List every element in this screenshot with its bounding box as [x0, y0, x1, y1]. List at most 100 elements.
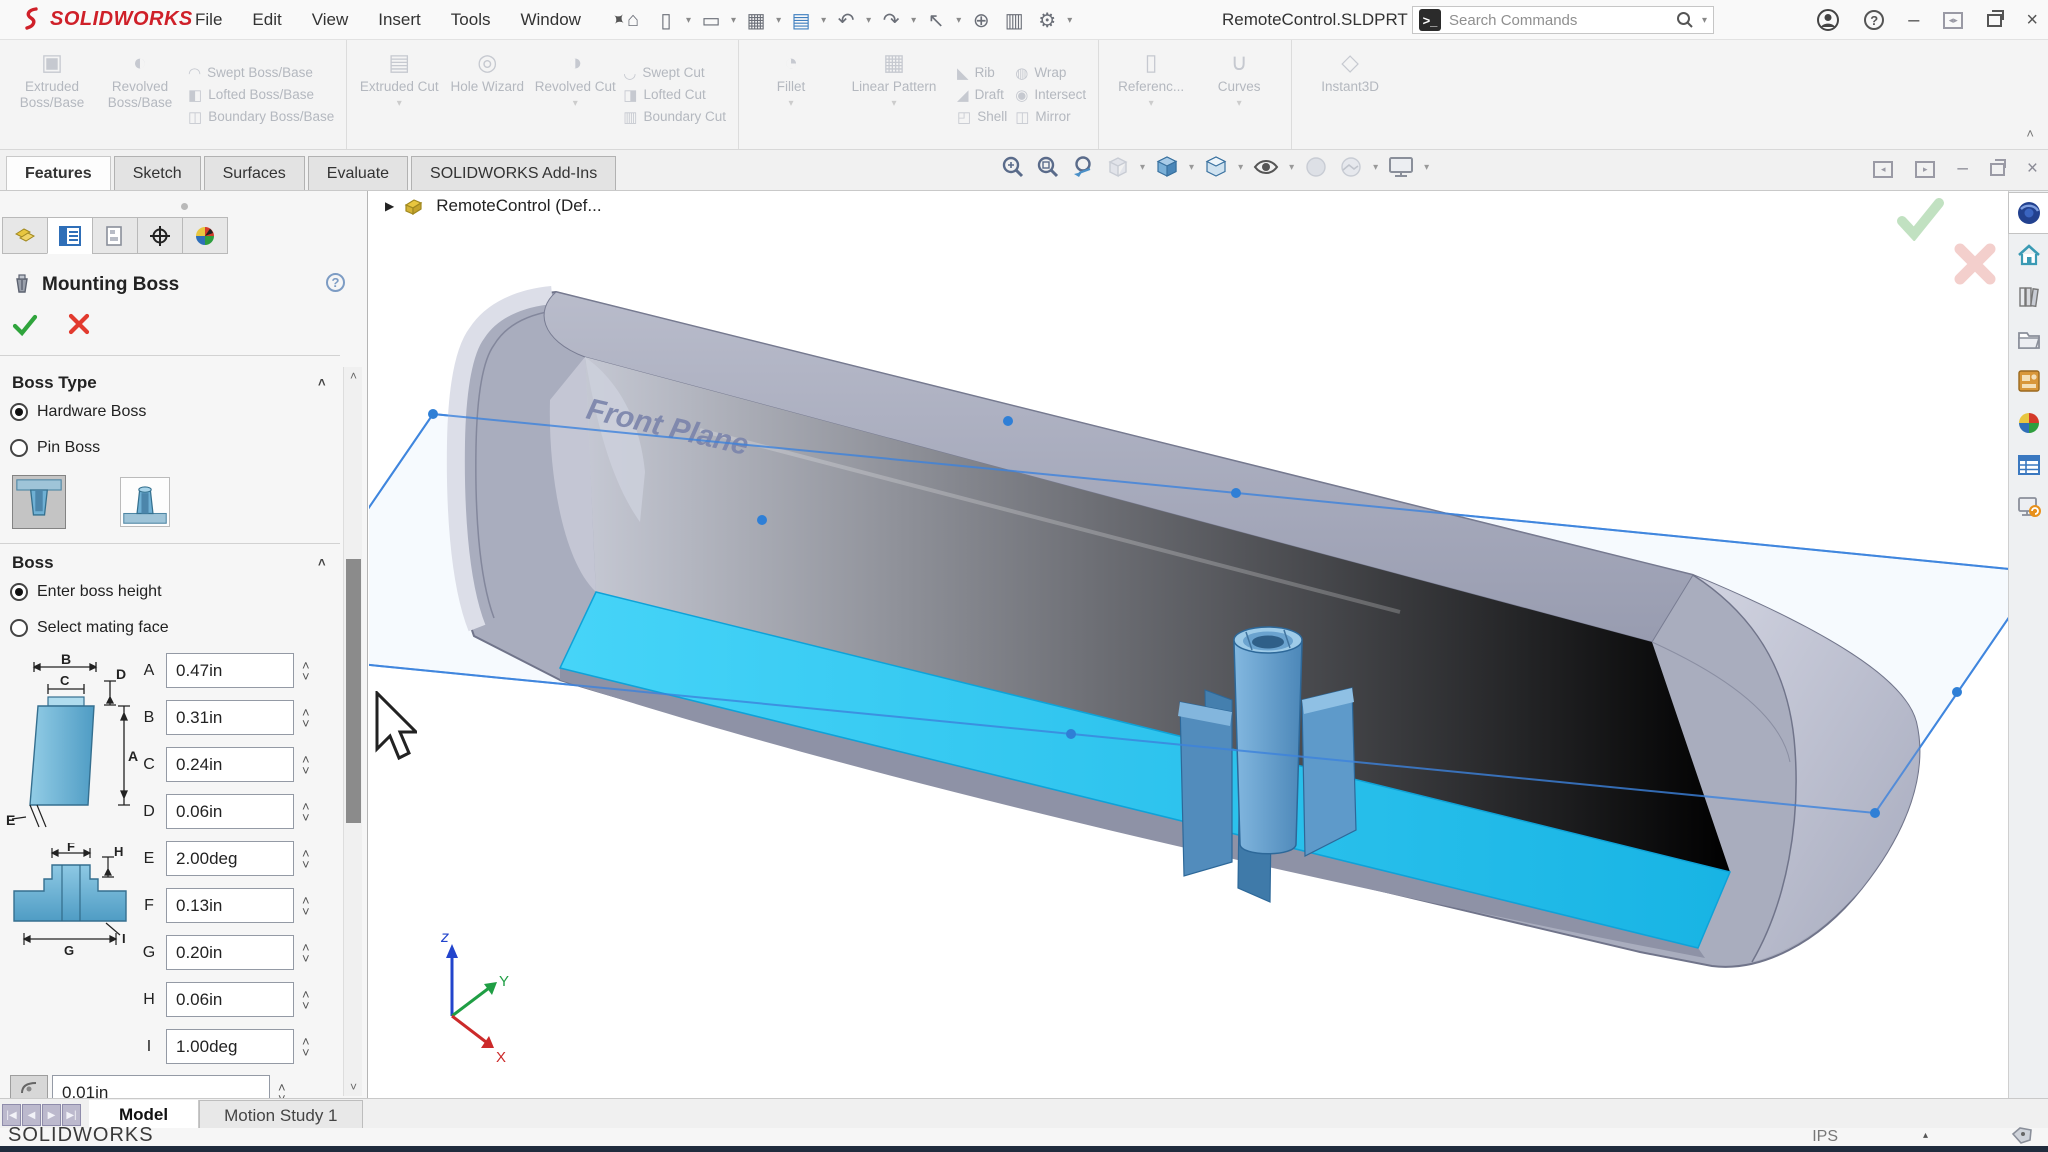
options-caret-icon[interactable]: ▾ — [1067, 15, 1072, 26]
boundary-boss-base-button[interactable]: ◫ Boundary Boss/Base — [188, 108, 334, 126]
draft-button[interactable]: ◢ Draft — [957, 86, 1007, 104]
wrap-button[interactable]: ◍ Wrap — [1015, 64, 1086, 82]
boss-header[interactable]: Boss — [12, 553, 54, 573]
tab-display-manager[interactable] — [182, 217, 228, 254]
select-mating-face-radio[interactable]: Select mating face — [10, 619, 169, 637]
previous-view-icon[interactable] — [1070, 154, 1096, 180]
undo-caret-icon[interactable]: ▾ — [866, 15, 871, 26]
appearances-icon[interactable] — [2009, 403, 2048, 443]
extruded-boss-base-button[interactable]: ▣ Extruded Boss/Base — [8, 44, 96, 145]
edit-appearance-icon[interactable] — [1303, 154, 1329, 180]
file-explorer-icon[interactable] — [2009, 319, 2048, 359]
fillet-button[interactable]: ◔ Fillet ▾ — [747, 44, 835, 145]
tab-property-manager[interactable] — [47, 217, 93, 254]
prev-tab-icon[interactable]: ◀ — [22, 1104, 41, 1126]
select-caret-icon[interactable]: ▾ — [956, 15, 961, 26]
open-icon[interactable]: ▭ — [698, 8, 724, 33]
instant3d-button[interactable]: ◇ Instant3D — [1300, 44, 1400, 145]
open-caret-icon[interactable]: ▾ — [731, 15, 736, 26]
param-input-g[interactable] — [166, 935, 294, 970]
param-input-fillet[interactable] — [52, 1075, 270, 1098]
tab-features[interactable]: Features — [6, 156, 111, 190]
scroll-down-icon[interactable]: ˅ — [344, 1080, 363, 1094]
pin-boss-radio[interactable]: Pin Boss — [10, 439, 100, 457]
view-orientation-icon[interactable] — [1154, 154, 1180, 180]
confirmation-ok-icon[interactable] — [1894, 197, 1946, 241]
save-caret-icon[interactable]: ▾ — [776, 15, 781, 26]
boss-orientation-down-button[interactable] — [12, 475, 66, 529]
cancel-button[interactable] — [68, 313, 90, 335]
search-caret-icon[interactable]: ▾ — [1702, 15, 1707, 26]
revolved-boss-base-button[interactable]: ◐ Revolved Boss/Base — [96, 44, 184, 145]
enter-boss-height-radio-circle[interactable] — [10, 583, 28, 601]
units-caret-icon[interactable]: ▴ — [1923, 1130, 1928, 1141]
param-input-d[interactable] — [166, 794, 294, 829]
ok-button[interactable] — [12, 313, 38, 337]
boundary-cut-button[interactable]: ▥ Boundary Cut — [623, 108, 726, 126]
menu-tools[interactable]: Tools — [451, 10, 491, 30]
hole-wizard-button[interactable]: ◎ Hole Wizard — [443, 44, 531, 145]
attach-icon[interactable]: ⊕ — [968, 8, 994, 33]
tab-sketch[interactable]: Sketch — [114, 156, 201, 190]
panel-scrollbar[interactable]: ˄ ˅ — [343, 367, 362, 1096]
doc-close-icon[interactable]: × — [2027, 158, 2038, 180]
param-input-e[interactable] — [166, 841, 294, 876]
mirror-button[interactable]: ◫ Mirror — [1015, 108, 1086, 126]
extruded-cut-caret-icon[interactable]: ▾ — [397, 98, 402, 110]
curves-button[interactable]: ∪ Curves ▾ — [1195, 44, 1283, 145]
linear-pattern-button[interactable]: ▦ Linear Pattern ▾ — [835, 44, 953, 145]
window-restore-icon[interactable] — [1987, 14, 2002, 27]
rebuild-icon[interactable]: ▥ — [1001, 8, 1027, 33]
tab-configuration-manager[interactable] — [92, 217, 138, 254]
scroll-up-icon[interactable]: ˄ — [344, 369, 363, 383]
param-spinner-g[interactable]: ˄˅ — [302, 942, 310, 964]
revolved-cut-caret-icon[interactable]: ▾ — [573, 98, 578, 110]
solidworks-resources-icon[interactable] — [2009, 193, 2048, 233]
print-icon[interactable]: ▤ — [788, 8, 814, 33]
menu-file[interactable]: File — [195, 10, 222, 30]
select-mating-face-radio-circle[interactable] — [10, 619, 28, 637]
hide-show-caret-icon[interactable]: ▾ — [1289, 162, 1294, 173]
undo-icon[interactable]: ↶ — [833, 8, 859, 33]
linear-pattern-caret-icon[interactable]: ▾ — [892, 98, 897, 110]
fillet-caret-icon[interactable]: ▾ — [789, 98, 794, 110]
save-icon[interactable]: ▦ — [743, 8, 769, 33]
revolved-cut-button[interactable]: ◑ Revolved Cut ▾ — [531, 44, 619, 145]
tree-expand-icon[interactable]: ▶ — [385, 199, 394, 213]
view-palette-icon[interactable] — [2009, 361, 2048, 401]
menu-view[interactable]: View — [312, 10, 349, 30]
reference-geometry-button[interactable]: ▯ Referenc... ▾ — [1107, 44, 1195, 145]
display-style-icon[interactable] — [1203, 154, 1229, 180]
param-input-h[interactable] — [166, 982, 294, 1017]
search-commands-box[interactable]: >_ ▾ — [1412, 6, 1714, 34]
doc-minimize-icon[interactable]: – — [1957, 158, 1968, 180]
view-settings-caret-icon[interactable]: ▾ — [1424, 162, 1429, 173]
window-layout-icon[interactable]: ◂▸ — [1943, 12, 1963, 29]
last-tab-icon[interactable]: ▶| — [62, 1104, 81, 1126]
param-spinner-b[interactable]: ˄˅ — [302, 707, 310, 729]
zoom-to-area-icon[interactable] — [1035, 154, 1061, 180]
param-spinner-c[interactable]: ˄˅ — [302, 754, 310, 776]
display-style-caret-icon[interactable]: ▾ — [1238, 162, 1243, 173]
lofted-cut-button[interactable]: ◨ Lofted Cut — [623, 86, 726, 104]
boss-type-header[interactable]: Boss Type — [12, 373, 97, 393]
tab-surfaces[interactable]: Surfaces — [204, 156, 305, 190]
param-spinner-a[interactable]: ˄˅ — [302, 660, 310, 682]
param-input-b[interactable] — [166, 700, 294, 735]
feature-tree-flyout[interactable]: ▶ RemoteControl (Def... — [385, 195, 602, 217]
extruded-cut-button[interactable]: ▤ Extruded Cut ▾ — [355, 44, 443, 145]
doc-restore-icon[interactable] — [1990, 163, 2005, 176]
hardware-boss-radio[interactable]: Hardware Boss — [10, 403, 146, 421]
first-tab-icon[interactable]: |◀ — [2, 1104, 21, 1126]
tab-feature-manager[interactable] — [2, 217, 48, 254]
custom-properties-icon[interactable] — [2009, 445, 2048, 485]
tab-motion-study[interactable]: Motion Study 1 — [199, 1100, 362, 1128]
redo-icon[interactable]: ↷ — [878, 8, 904, 33]
feature-tree-label[interactable]: RemoteControl (Def... — [436, 196, 601, 216]
param-input-i[interactable] — [166, 1029, 294, 1064]
next-tab-icon[interactable]: ▶ — [42, 1104, 61, 1126]
boss-orientation-up-button[interactable] — [120, 477, 170, 527]
tab-evaluate[interactable]: Evaluate — [308, 156, 408, 190]
window-close-icon[interactable]: × — [2026, 9, 2038, 32]
menu-window[interactable]: Window — [520, 10, 580, 30]
